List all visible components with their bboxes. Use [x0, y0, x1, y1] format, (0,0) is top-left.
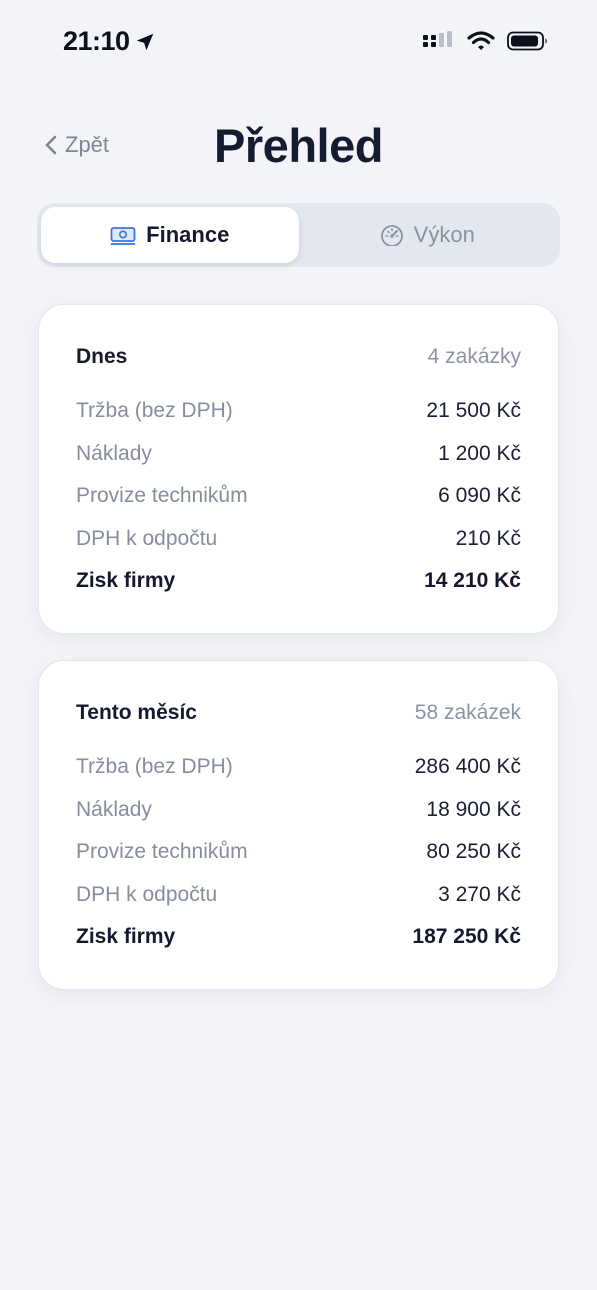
costs-row: Náklady 1 200 Kč: [76, 442, 521, 485]
profit-row: Zisk firmy 14 210 Kč: [76, 569, 521, 612]
row-value: 3 270 Kč: [438, 882, 521, 906]
costs-row: Náklady 18 900 Kč: [76, 798, 521, 841]
summary-card-month: Tento měsíc 58 zakázek Tržba (bez DPH) 2…: [38, 660, 559, 990]
row-value: 21 500 Kč: [426, 399, 521, 422]
page-title: Přehled: [214, 119, 383, 172]
row-label: Náklady: [76, 797, 152, 821]
row-label: DPH k odpočtu: [76, 882, 218, 906]
status-bar: 21:10: [0, 0, 597, 84]
commission-row: Provize technikům 80 250 Kč: [76, 840, 521, 883]
summary-card-today: Dnes 4 zakázky Tržba (bez DPH) 21 500 Kč…: [38, 304, 559, 634]
card-title: Dnes: [76, 345, 128, 368]
card-header: Dnes 4 zakázky: [76, 345, 521, 369]
cellular-signal-icon: [423, 31, 452, 47]
revenue-row: Tržba (bez DPH) 21 500 Kč: [76, 399, 521, 442]
row-value: 6 090 Kč: [438, 484, 521, 507]
row-value: 80 250 Kč: [426, 840, 521, 863]
gauge-icon: [380, 225, 403, 246]
tab-finance[interactable]: Finance: [41, 207, 299, 263]
revenue-row: Tržba (bez DPH) 286 400 Kč: [76, 755, 521, 798]
row-label: Náklady: [76, 441, 152, 465]
location-arrow-icon: [136, 33, 153, 50]
card-title: Tento měsíc: [76, 701, 197, 724]
segmented-control: Finance Výkon: [37, 203, 560, 267]
row-label: Tržba (bez DPH): [76, 399, 233, 422]
row-value: 286 400 Kč: [414, 755, 521, 778]
navigation-bar: Zpět Přehled: [0, 110, 597, 182]
row-label: Zisk firmy: [76, 925, 176, 948]
status-icons: [423, 31, 549, 51]
status-time-text: 21:10: [63, 26, 130, 56]
tab-finance-label: Finance: [146, 222, 230, 247]
order-count: 58 zakázek: [414, 701, 521, 724]
commission-row: Provize technikům 6 090 Kč: [76, 484, 521, 527]
row-value: 14 210 Kč: [424, 569, 521, 592]
row-label: Tržba (bez DPH): [76, 755, 233, 778]
banknote-icon: [110, 227, 136, 245]
status-time: 21:10: [63, 26, 156, 57]
row-label: DPH k odpočtu: [76, 526, 218, 550]
battery-icon: [507, 31, 547, 51]
profit-row: Zisk firmy 187 250 Kč: [76, 925, 521, 968]
tab-vykon[interactable]: Výkon: [299, 207, 557, 263]
card-header: Tento měsíc 58 zakázek: [76, 701, 521, 725]
order-count: 4 zakázky: [427, 345, 521, 368]
vat-deduction-row: DPH k odpočtu 210 Kč: [76, 527, 521, 570]
finance-rows: Tržba (bez DPH) 21 500 Kč Náklady 1 200 …: [76, 399, 521, 612]
vat-deduction-row: DPH k odpočtu 3 270 Kč: [76, 883, 521, 926]
row-label: Provize technikům: [76, 840, 248, 863]
row-value: 210 Kč: [455, 526, 521, 550]
row-value: 187 250 Kč: [412, 925, 521, 948]
row-value: 1 200 Kč: [438, 441, 521, 465]
row-label: Zisk firmy: [76, 569, 176, 592]
finance-rows: Tržba (bez DPH) 286 400 Kč Náklady 18 90…: [76, 755, 521, 968]
wifi-icon: [467, 31, 495, 50]
row-label: Provize technikům: [76, 484, 248, 507]
row-value: 18 900 Kč: [426, 797, 521, 821]
tab-vykon-label: Výkon: [413, 222, 475, 247]
